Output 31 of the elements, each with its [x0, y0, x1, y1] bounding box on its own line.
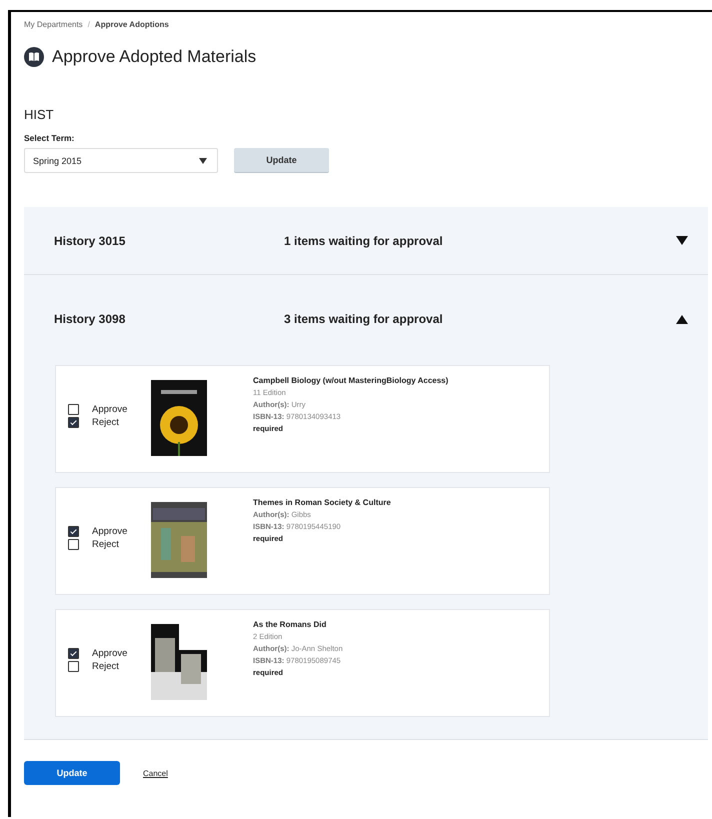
page-title: Approve Adopted Materials [52, 47, 256, 67]
approve-checkbox[interactable] [68, 526, 79, 537]
approve-checkbox[interactable] [68, 404, 79, 415]
reject-checkbox[interactable] [68, 661, 79, 672]
approve-label: Approve [92, 648, 128, 659]
breadcrumb-link[interactable]: Approve Adoptions [94, 20, 169, 29]
reject-checkbox[interactable] [68, 539, 79, 550]
reject-label: Reject [92, 417, 119, 428]
term-label: Select Term: [24, 133, 76, 143]
reject-checkbox[interactable] [68, 417, 79, 428]
dropdown-caret-icon [199, 158, 207, 164]
book-title: As the Romans Did [253, 619, 328, 631]
course-header[interactable]: History 3098 3 items waiting for approval [24, 275, 708, 363]
breadcrumb-link[interactable]: My Departments [24, 20, 83, 29]
department-heading: HIST [24, 107, 55, 122]
reject-label: Reject [92, 661, 119, 672]
update-button[interactable]: Update [24, 761, 120, 785]
update-button[interactable]: Update [234, 148, 329, 173]
reject-label: Reject [92, 539, 119, 550]
book-title: Themes in Roman Society & Culture [253, 497, 391, 509]
course-header[interactable]: History 3015 1 items waiting for approval [24, 207, 708, 274]
expand-caret-icon [676, 236, 688, 245]
approve-label: Approve [92, 526, 128, 537]
term-dropdown[interactable]: Spring 2015 [24, 148, 218, 173]
cancel-link[interactable]: Cancel [143, 768, 168, 778]
approve-checkbox[interactable] [68, 648, 79, 659]
approve-label: Approve [92, 404, 128, 415]
collapse-caret-icon [676, 314, 688, 324]
book-title: Campbell Biology (w/out MasteringBiology Access) [253, 375, 448, 387]
breadcrumb-separator: / [88, 20, 90, 29]
book-icon [24, 47, 44, 67]
